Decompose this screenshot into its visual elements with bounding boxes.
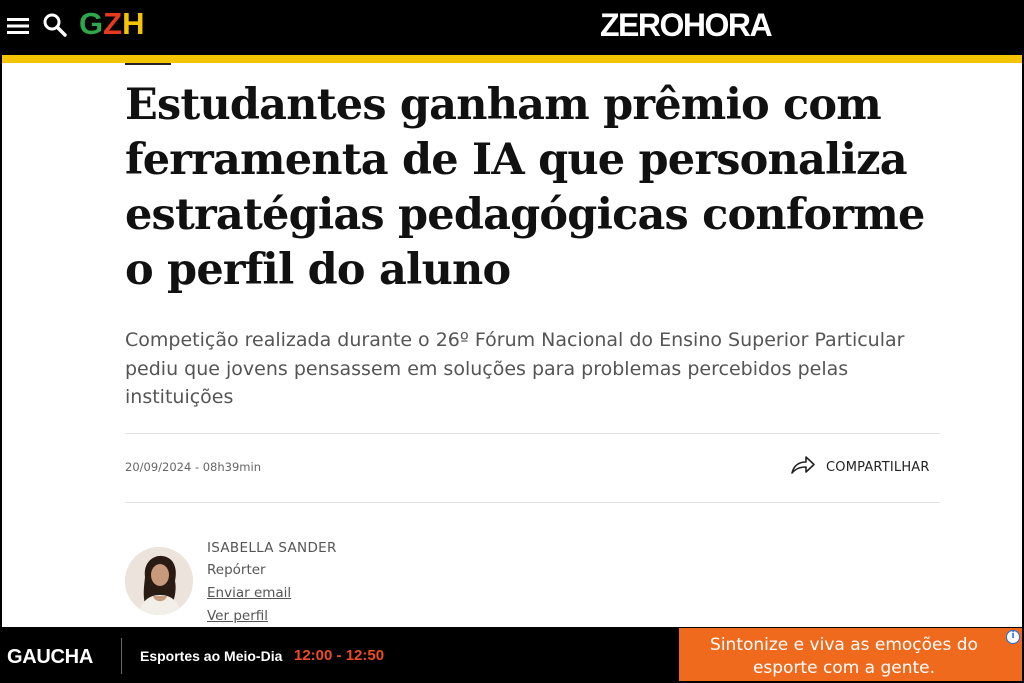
author-role: Repórter <box>207 562 266 578</box>
send-email-link[interactable]: Enviar email <box>207 582 337 605</box>
search-icon[interactable] <box>41 11 69 39</box>
author-avatar[interactable] <box>125 547 193 615</box>
article-subtitle: Competição realizada durante o 26º Fórum… <box>125 329 905 408</box>
view-profile-link[interactable]: Ver perfil <box>207 605 337 628</box>
program-time: 12:00 - 12:50 <box>294 647 385 664</box>
publish-datetime: 20/09/2024 - 08h39min <box>125 460 261 474</box>
gzh-logo-g: G <box>79 6 104 41</box>
gzh-logo-h: H <box>122 6 145 41</box>
author-name: ISABELLA SANDER <box>207 540 337 556</box>
share-label: COMPARTILHAR <box>826 459 930 475</box>
gaucha-logo[interactable]: GAUCHA <box>7 646 93 669</box>
gzh-logo[interactable]: GZH <box>79 7 144 41</box>
zero-hora-logo[interactable]: ZEROHORA <box>600 7 773 43</box>
ad-text: Sintonize e viva as emoções do esporte c… <box>710 635 978 678</box>
article-headline: Estudantes ganham prêmio com ferramenta … <box>125 80 925 295</box>
top-header <box>0 0 1024 55</box>
author-info: ISABELLA SANDER Repórter Enviar email Ve… <box>207 537 337 628</box>
program-name[interactable]: Esportes ao Meio-Dia <box>140 648 282 664</box>
share-arrow-icon <box>790 454 816 481</box>
share-button[interactable]: COMPARTILHAR <box>790 455 930 479</box>
menu-icon[interactable] <box>6 13 32 39</box>
ad-info-icon[interactable]: i <box>1006 630 1020 644</box>
ad-banner[interactable]: Sintonize e viva as emoções do esporte c… <box>679 628 1022 681</box>
player-separator <box>121 638 122 674</box>
divider-top <box>125 433 940 434</box>
header-accent-strip <box>0 55 1024 63</box>
divider-bottom <box>125 502 940 503</box>
kicker-rule <box>125 63 171 65</box>
gzh-logo-z: Z <box>103 6 123 41</box>
